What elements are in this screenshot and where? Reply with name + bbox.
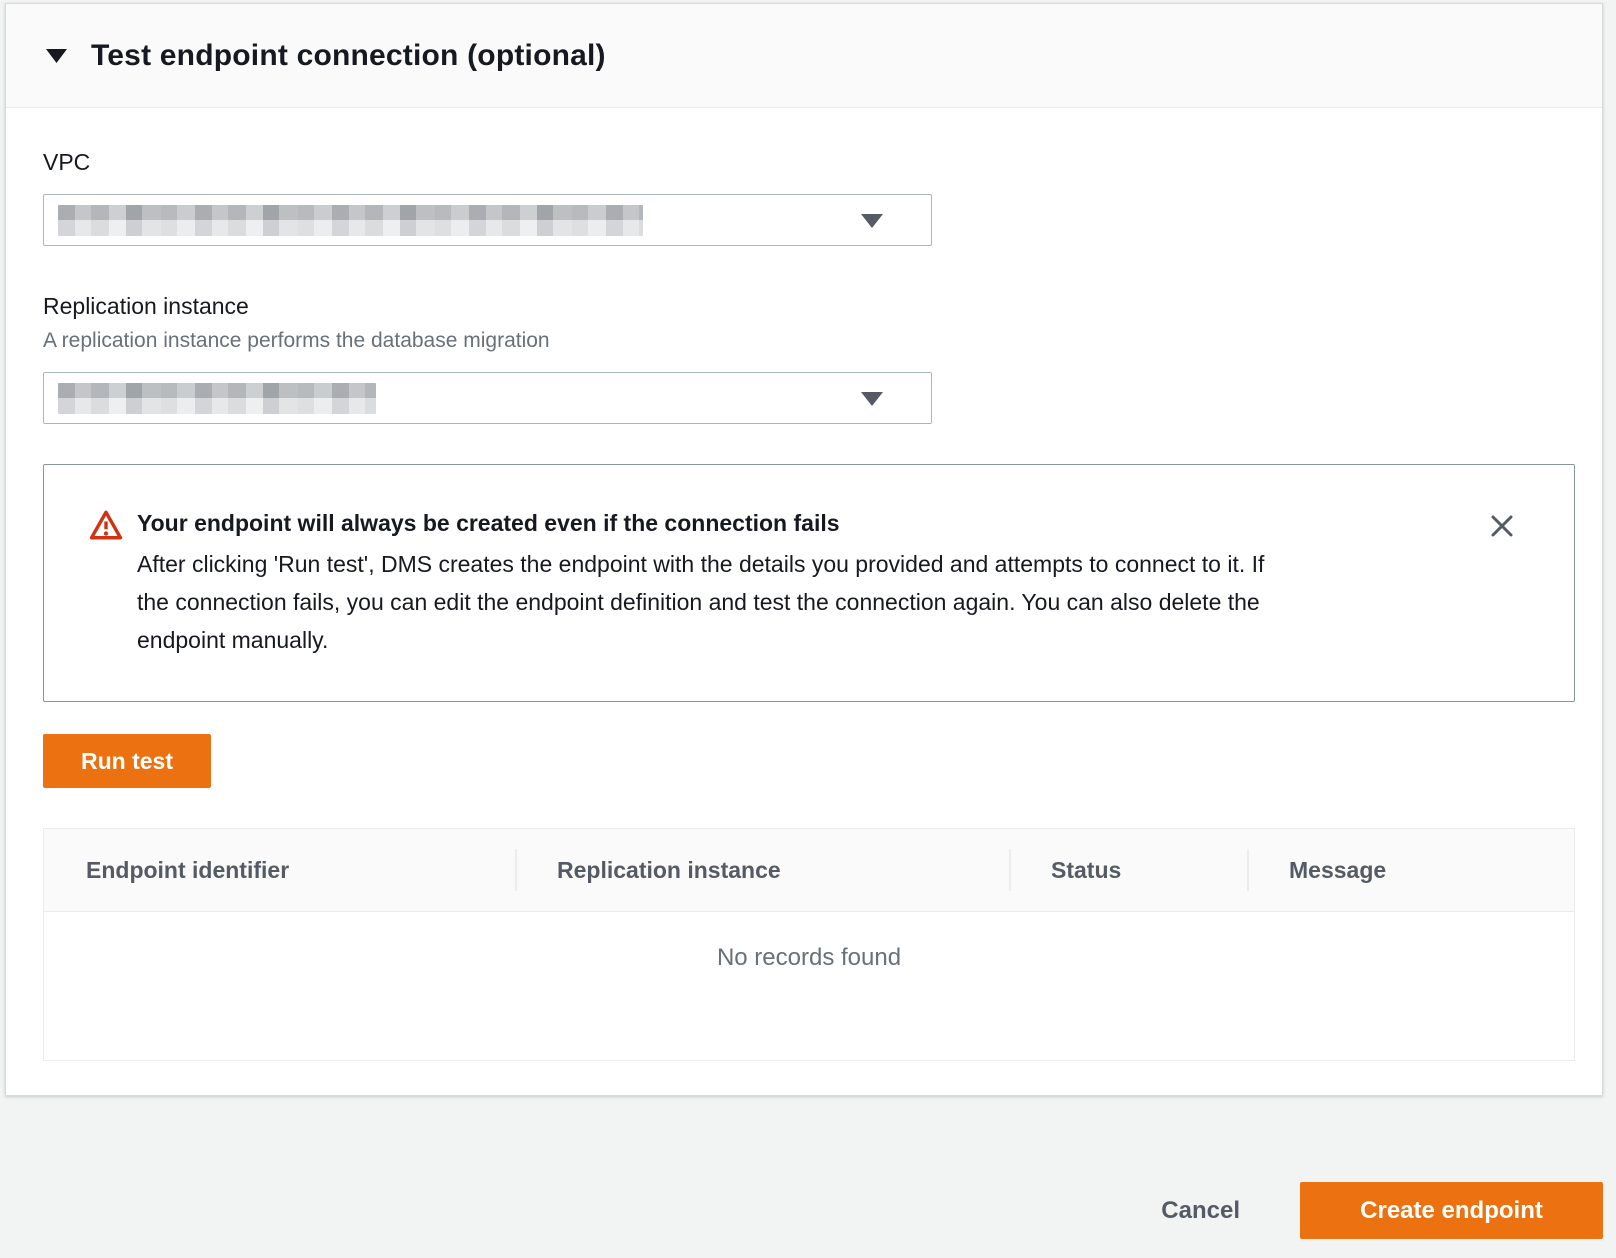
chevron-down-icon — [861, 392, 883, 406]
no-records-text: No records found — [717, 944, 901, 1059]
footer-actions: Cancel Create endpoint — [0, 1182, 1616, 1239]
warning-alert: Your endpoint will always be created eve… — [43, 464, 1575, 702]
test-results-table: Endpoint identifier Replication instance… — [43, 828, 1575, 1061]
vpc-selected-value-redacted — [58, 205, 643, 236]
chevron-down-icon — [861, 214, 883, 228]
run-test-button[interactable]: Run test — [43, 734, 211, 788]
column-header-status: Status — [1009, 857, 1247, 884]
column-header-message: Message — [1247, 857, 1574, 884]
section-header-toggle[interactable]: Test endpoint connection (optional) — [6, 4, 1602, 108]
table-header-row: Endpoint identifier Replication instance… — [44, 829, 1574, 912]
warning-body: After clicking 'Run test', DMS creates t… — [137, 545, 1287, 659]
section-body: VPC Replication instance A replication i… — [6, 108, 1602, 1061]
close-icon[interactable] — [1486, 511, 1518, 543]
replication-instance-field: Replication instance A replication insta… — [43, 292, 1575, 424]
replication-instance-description: A replication instance performs the data… — [43, 328, 1575, 354]
cancel-button[interactable]: Cancel — [1157, 1197, 1244, 1225]
collapse-triangle-icon — [46, 49, 67, 63]
warning-triangle-icon — [89, 509, 123, 541]
create-endpoint-button[interactable]: Create endpoint — [1300, 1182, 1603, 1239]
vpc-select[interactable] — [43, 194, 932, 246]
vpc-field: VPC — [43, 148, 1575, 246]
column-header-endpoint-identifier: Endpoint identifier — [44, 857, 515, 884]
section-title: Test endpoint connection (optional) — [91, 39, 606, 73]
replication-selected-value-redacted — [58, 383, 376, 414]
warning-text: Your endpoint will always be created eve… — [137, 507, 1287, 659]
column-header-replication-instance: Replication instance — [515, 857, 1009, 884]
vpc-label: VPC — [43, 148, 1575, 176]
replication-instance-label: Replication instance — [43, 292, 1575, 320]
replication-instance-select[interactable] — [43, 372, 932, 424]
table-empty-state: No records found — [44, 912, 1574, 1059]
test-endpoint-panel: Test endpoint connection (optional) VPC … — [5, 3, 1603, 1096]
warning-title: Your endpoint will always be created eve… — [137, 507, 1287, 539]
